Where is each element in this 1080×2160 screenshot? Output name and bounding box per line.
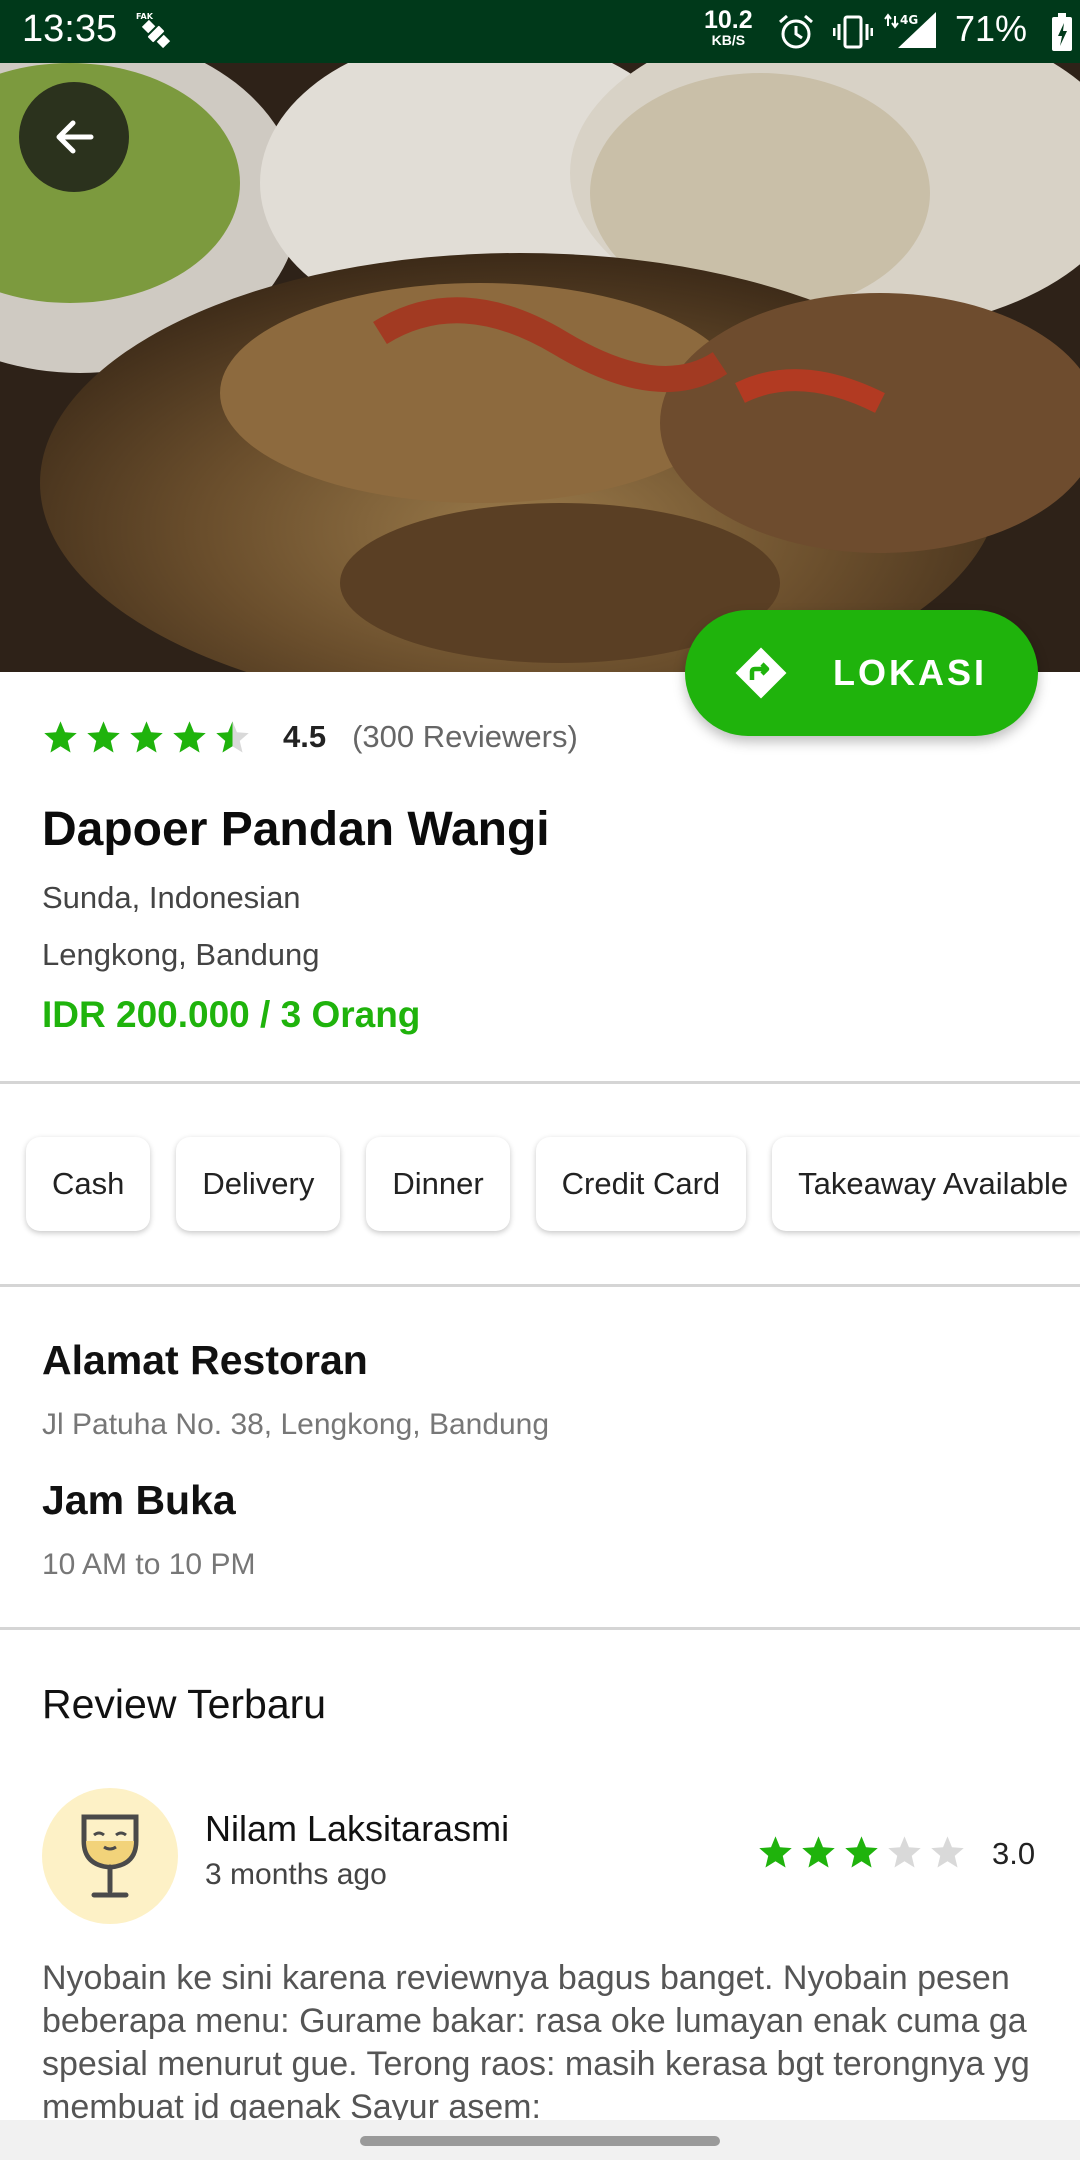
divider [0,1627,1080,1630]
tag-chip[interactable]: Credit Card [535,1137,747,1231]
tag-chips: Cash Delivery Dinner Credit Card Takeaway Av… [26,1137,1080,1233]
star-filled-icon [130,720,163,752]
star-filled-icon [173,720,206,752]
star-filled-icon [87,720,120,752]
rating-value: 4.5 [283,719,327,754]
review-rating-stars [757,1834,966,1871]
battery-icon [1052,13,1072,51]
tag-chip[interactable]: Delivery [176,1137,341,1231]
review-time: 3 months ago [205,1858,387,1891]
svg-text:4G: 4G [900,13,918,27]
address-value: Jl Patuha No. 38, Lengkong, Bandung [42,1408,550,1441]
fake-gps-icon: FAK [136,12,171,49]
alarm-icon [779,14,813,49]
status-bar: 13:35 FAK 10.2 KB/S 4G 71% [0,0,1080,63]
reviewer-name: Nilam Laksitarasmi [205,1808,510,1849]
restaurant-cuisine: Sunda, Indonesian [42,880,301,915]
star-empty-icon [888,1836,921,1868]
restaurant-name: Dapoer Pandan Wangi [42,803,550,856]
battery-percent: 71% [955,8,1028,49]
back-button[interactable] [19,82,129,192]
divider [0,1081,1080,1084]
directions-icon [735,647,787,699]
status-time: 13:35 [22,8,118,50]
restaurant-area: Lengkong, Bandung [42,937,320,972]
star-half-icon [216,720,249,752]
net-speed: 10.2 KB/S [704,6,753,48]
gesture-nav-bar [0,2120,1080,2160]
review-text: Nyobain ke sini karena reviewnya bagus b… [42,1959,1030,2120]
divider [0,1284,1080,1287]
star-filled-icon [802,1836,835,1868]
rating-row: 4.5 (300 Reviewers) [42,712,578,762]
lokasi-label: LOKASI [833,652,988,693]
tag-chip[interactable]: Dinner [366,1137,510,1231]
tag-chip[interactable]: Takeaway Available [772,1137,1080,1231]
star-filled-icon [845,1836,878,1868]
arrow-left-icon [56,120,94,154]
star-filled-icon [44,720,77,752]
hours-value: 10 AM to 10 PM [42,1548,256,1581]
avatar[interactable] [42,1788,178,1924]
review-score: 3.0 [992,1836,1036,1871]
home-handle[interactable] [360,2136,720,2146]
restaurant-photo [0,63,1080,672]
lokasi-button[interactable]: LOKASI [685,610,1038,736]
rating-stars [42,719,251,756]
tag-chip[interactable]: Cash [26,1137,151,1231]
restaurant-price: IDR 200.000 / 3 Orang [42,994,421,1035]
vibrate-icon [833,15,873,49]
svg-text:FAK: FAK [136,12,154,21]
signal-4g-icon: 4G [884,12,936,48]
star-filled-icon [759,1836,792,1868]
star-empty-icon [931,1836,964,1868]
reviews-title: Review Terbaru [42,1681,327,1727]
address-title: Alamat Restoran [42,1337,368,1383]
hours-title: Jam Buka [42,1477,236,1523]
reviewers-count: (300 Reviewers) [352,719,578,754]
wine-glass-icon [81,1814,139,1898]
